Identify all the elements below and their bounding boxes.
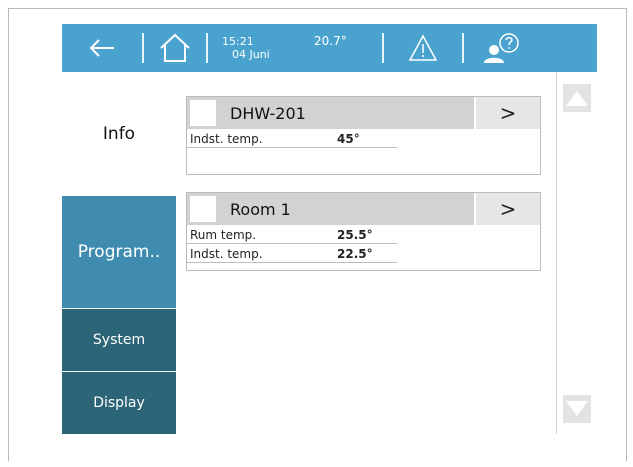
card-header: DHW-201 > [187, 97, 540, 129]
row-value: 22.5° [337, 246, 373, 261]
scroll-up-button[interactable] [563, 84, 591, 112]
card-row: Rum temp. 25.5° [187, 225, 540, 244]
clock-time: 15:21 [222, 35, 254, 48]
row-label: Rum temp. [190, 227, 257, 242]
row-divider [187, 147, 397, 148]
help-button[interactable] [464, 24, 538, 72]
card-title: Room 1 [230, 199, 291, 219]
back-button[interactable] [62, 24, 142, 72]
outdoor-temperature: 20.7° [314, 34, 347, 48]
home-button[interactable] [144, 24, 206, 72]
sidebar-item-label: Info [102, 124, 136, 144]
card-select-box[interactable] [190, 100, 216, 126]
row-label: Indst. temp. [190, 246, 263, 261]
sidebar-item-display[interactable]: Display [62, 372, 176, 434]
dhw-card: DHW-201 > Indst. temp. 45° [186, 96, 541, 175]
triangle-up-icon [566, 91, 588, 106]
triangle-down-icon [566, 401, 588, 416]
back-arrow-icon [89, 39, 114, 57]
sidebar-item-label: System [92, 332, 146, 348]
card-open-button[interactable]: > [474, 193, 540, 225]
card-select-box[interactable] [190, 196, 216, 222]
sidebar-item-info[interactable]: Info [62, 72, 176, 196]
user-help-icon [484, 33, 519, 63]
clock-date: 04 Juni [232, 48, 270, 61]
clock: 15:21 04 Juni [208, 35, 302, 61]
sidebar-item-system[interactable]: System [62, 309, 176, 371]
scroll-down-button[interactable] [563, 395, 591, 423]
home-icon [160, 33, 190, 62]
row-value: 45° [337, 131, 360, 146]
alarm-button[interactable] [384, 24, 462, 72]
card-open-button[interactable]: > [474, 97, 540, 129]
row-divider [187, 262, 397, 263]
room-card: Room 1 > Rum temp. 25.5° Indst. temp. 22… [186, 192, 541, 271]
row-label: Indst. temp. [190, 131, 263, 146]
card-row: Indst. temp. 22.5° [187, 244, 540, 263]
scrollbar[interactable] [556, 72, 597, 434]
card-title: DHW-201 [230, 103, 306, 123]
row-value: 25.5° [337, 227, 373, 242]
sidebar-item-program[interactable]: Program.. [62, 196, 176, 308]
warning-icon [408, 34, 438, 61]
card-header: Room 1 > [187, 193, 540, 225]
top-bar: 15:21 04 Juni 20.7° [62, 24, 597, 72]
sidebar-item-label: Display [93, 395, 145, 411]
card-row: Indst. temp. 45° [187, 129, 540, 148]
sidebar-item-label: Program.. [77, 242, 161, 262]
